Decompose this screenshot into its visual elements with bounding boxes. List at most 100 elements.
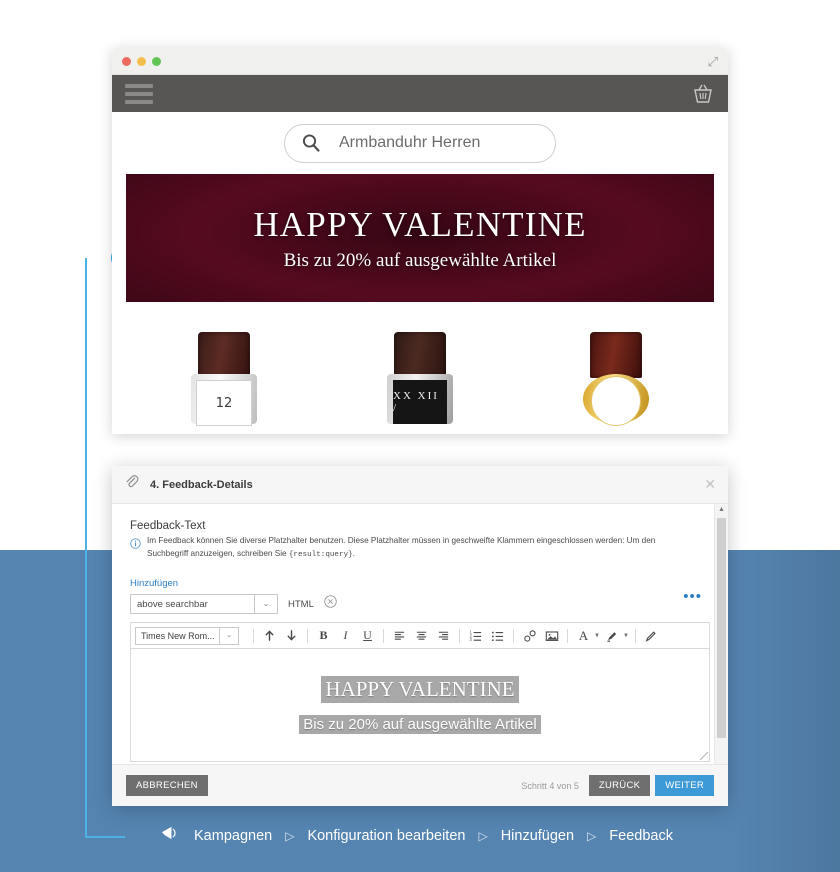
window-minimize-dot[interactable]: [137, 56, 146, 66]
info-hint-row: Im Feedback können Sie diverse Platzhalt…: [130, 535, 710, 561]
dialog-header: 4. Feedback-Details ✕: [112, 466, 728, 504]
breadcrumb-item-feedback[interactable]: Feedback: [609, 828, 673, 844]
svg-text:3: 3: [469, 638, 472, 643]
italic-button[interactable]: I: [336, 626, 355, 645]
search-zone: Armbanduhr Herren: [112, 112, 728, 174]
remove-circle-icon[interactable]: [324, 595, 337, 613]
close-icon[interactable]: ✕: [704, 476, 716, 493]
add-link[interactable]: Hinzufügen: [130, 578, 710, 589]
info-icon: [130, 536, 141, 554]
dialog-title: 4. Feedback-Details: [150, 478, 253, 491]
resize-handle[interactable]: [700, 752, 708, 761]
paperclip-icon: [124, 474, 140, 495]
watch-face: XX XII /: [393, 380, 447, 424]
back-button[interactable]: ZURÜCK: [588, 775, 651, 796]
window-close-dot[interactable]: [122, 56, 131, 66]
ordered-list-button[interactable]: 1 2 3: [466, 626, 485, 645]
feedback-text-label: Feedback-Text: [130, 520, 206, 532]
toolbar-separator: [383, 628, 384, 643]
breadcrumb-item-kampagnen[interactable]: Kampagnen: [194, 828, 272, 844]
toolbar-separator: [567, 628, 568, 643]
move-up-button[interactable]: [260, 626, 279, 645]
breadcrumb-item-hinzufuegen[interactable]: Hinzufügen: [501, 828, 574, 844]
browser-window-preview: ⤢ Armbanduhr Herren HAPPY VALENTINE Bis …: [112, 48, 728, 434]
placement-select[interactable]: above searchbar ⌄: [130, 594, 278, 615]
breadcrumb-separator: ▷: [285, 828, 295, 843]
watch-strap: [198, 332, 250, 378]
align-center-button[interactable]: [412, 626, 431, 645]
step-indicator: Schritt 4 von 5: [521, 780, 579, 791]
hamburger-icon[interactable]: [125, 83, 153, 104]
breadcrumb-separator: ▷: [587, 828, 597, 843]
overflow-menu-button[interactable]: •••: [683, 588, 702, 605]
insert-image-button[interactable]: [542, 626, 561, 645]
browser-titlebar: ⤢: [112, 48, 728, 75]
shopping-basket-icon[interactable]: [691, 83, 715, 105]
editor-subline-text[interactable]: Bis zu 20% auf ausgewählte Artikel: [299, 715, 541, 735]
product-watch-1[interactable]: 12: [184, 324, 264, 426]
next-button[interactable]: WEITER: [655, 775, 714, 796]
product-row: 12 XX XII /: [126, 324, 714, 426]
placement-row: above searchbar ⌄ HTML: [130, 594, 710, 615]
editor-content-area[interactable]: HAPPY VALENTINE Bis zu 20% auf ausgewähl…: [130, 648, 710, 763]
highlight-button[interactable]: [603, 626, 622, 645]
move-down-button[interactable]: [282, 626, 301, 645]
font-color-button[interactable]: A: [574, 626, 593, 645]
product-watch-2[interactable]: XX XII /: [380, 324, 460, 424]
breadcrumb-item-konfiguration-bearbeiten[interactable]: Konfiguration bearbeiten: [307, 828, 465, 844]
search-input-value: Armbanduhr Herren: [339, 134, 481, 151]
placement-select-value: above searchbar: [137, 598, 208, 610]
toolbar-separator: [634, 628, 636, 643]
bullet-list-button[interactable]: [488, 626, 507, 645]
cancel-button[interactable]: ABBRECHEN: [126, 775, 208, 796]
feedback-details-dialog: 4. Feedback-Details ✕ ▲ Feedback-Text Im…: [112, 466, 728, 806]
site-navbar: [112, 75, 728, 112]
search-input[interactable]: Armbanduhr Herren: [284, 123, 556, 163]
toolbar-separator: [307, 628, 308, 643]
align-left-button[interactable]: [390, 626, 409, 645]
banner-headline: HAPPY VALENTINE: [253, 204, 587, 244]
highlight-chevron-down-icon[interactable]: ▼: [623, 633, 629, 639]
placeholder-token: {result:query}: [288, 550, 353, 559]
banner-subline: Bis zu 20% auf ausgewählte Artikel: [283, 249, 557, 271]
banner-text-block: HAPPY VALENTINE Bis zu 20% auf ausgewähl…: [126, 174, 714, 302]
bold-button[interactable]: B: [314, 626, 333, 645]
rich-text-editor: Times New Rom... ⌄ B I U 1 2 3 A ▼ ▼ HAP…: [130, 622, 710, 763]
toolbar-separator: [459, 628, 460, 643]
search-icon: [302, 134, 320, 152]
dialog-body: ▲ Feedback-Text Im Feedback können Sie d…: [112, 504, 728, 764]
info-hint-text-after: .: [352, 548, 355, 558]
font-family-value: Times New Rom...: [141, 630, 215, 641]
expand-icon[interactable]: ⤢: [708, 55, 718, 68]
info-hint-text-before: Im Feedback können Sie diverse Platzhalt…: [147, 536, 656, 558]
watch-strap: [394, 332, 446, 378]
scroll-up-arrow-icon[interactable]: ▲: [715, 504, 728, 513]
toolbar-separator: [513, 628, 514, 643]
watch-strap: [590, 332, 642, 378]
editor-headline-text[interactable]: HAPPY VALENTINE: [321, 676, 519, 704]
toolbar-separator: [253, 628, 254, 643]
background-band-shade: [735, 550, 840, 872]
insert-link-button[interactable]: [520, 626, 539, 645]
scrollbar-thumb[interactable]: [717, 518, 726, 738]
megaphone-icon: [160, 825, 181, 846]
underline-button[interactable]: U: [358, 626, 377, 645]
align-right-button[interactable]: [434, 626, 453, 645]
format-label: HTML: [288, 598, 314, 610]
info-hint-text: Im Feedback können Sie diverse Platzhalt…: [147, 535, 667, 561]
watch-face: 12: [196, 380, 252, 426]
breadcrumb-separator: ▷: [478, 828, 488, 843]
chevron-down-icon[interactable]: ⌄: [219, 627, 238, 644]
window-maximize-dot[interactable]: [152, 56, 161, 66]
dialog-footer: ABBRECHEN Schritt 4 von 5 ZURÜCK WEITER: [112, 764, 728, 806]
editor-toolbar: Times New Rom... ⌄ B I U 1 2 3 A ▼ ▼: [130, 622, 710, 649]
chevron-down-icon[interactable]: ⌄: [254, 595, 277, 614]
promo-banner: HAPPY VALENTINE Bis zu 20% auf ausgewähl…: [126, 174, 714, 302]
watch-face: [591, 376, 641, 426]
product-watch-3[interactable]: [576, 324, 656, 426]
font-color-chevron-down-icon[interactable]: ▼: [594, 633, 600, 639]
dialog-scrollbar[interactable]: ▲: [714, 504, 728, 764]
font-family-select[interactable]: Times New Rom... ⌄: [135, 626, 239, 645]
breadcrumb: Kampagnen ▷ Konfiguration bearbeiten ▷ H…: [160, 825, 673, 846]
format-paint-button[interactable]: [642, 626, 661, 645]
